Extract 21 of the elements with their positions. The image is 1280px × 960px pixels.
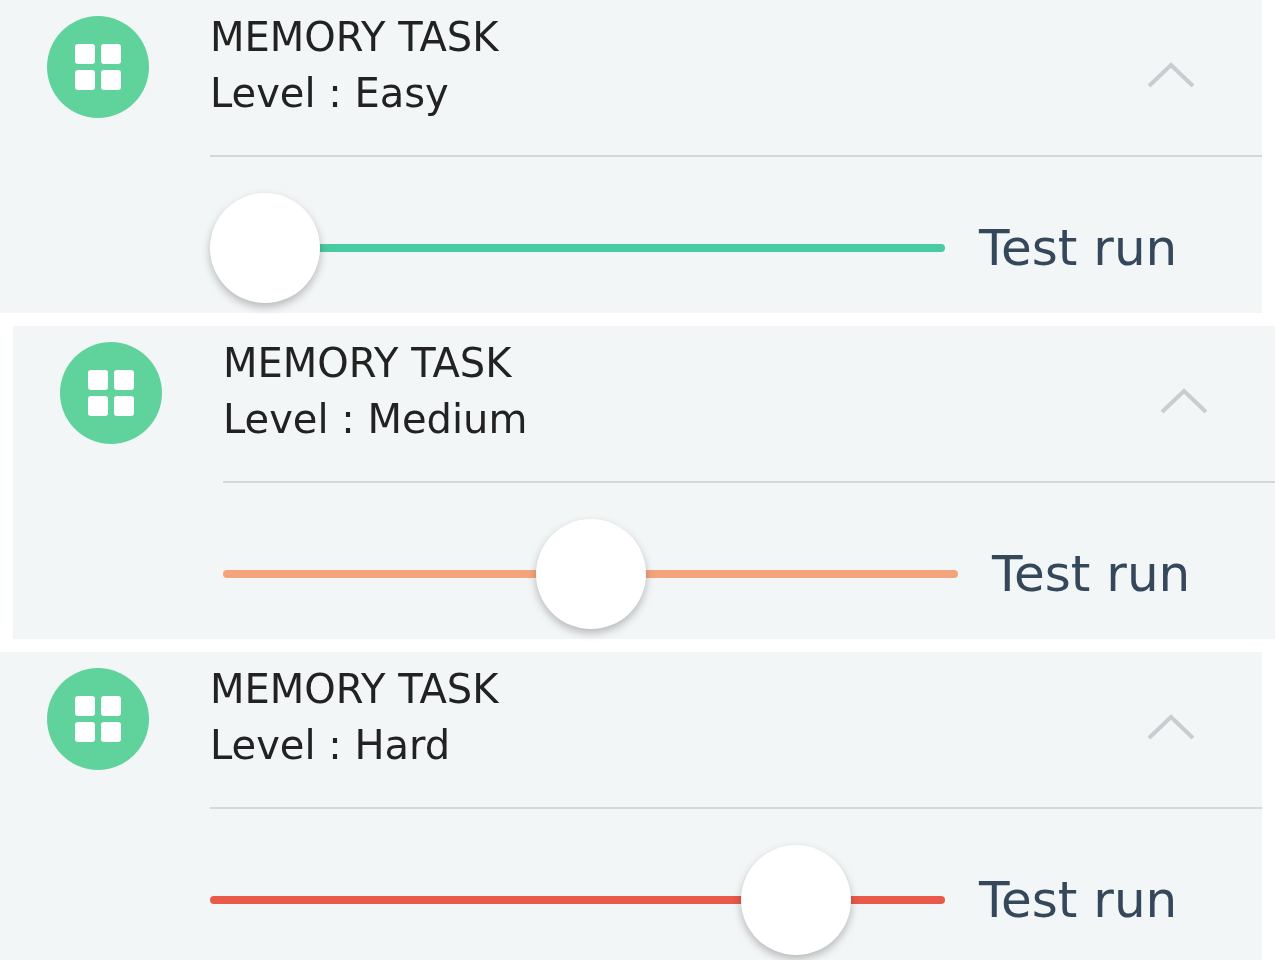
task-title: MEMORY TASK: [223, 339, 513, 388]
task-title: MEMORY TASK: [210, 13, 499, 62]
chevron-up-icon[interactable]: [1146, 61, 1196, 89]
slider-thumb[interactable]: [210, 193, 320, 303]
level-label: Level : Easy: [210, 69, 450, 118]
level-slider[interactable]: [210, 193, 945, 303]
level-slider[interactable]: [223, 519, 958, 629]
grid-icon: [47, 668, 149, 770]
task-title: MEMORY TASK: [210, 665, 499, 714]
test-run-button[interactable]: Test run: [979, 210, 1178, 286]
chevron-up-icon[interactable]: [1159, 387, 1209, 415]
level-label: Level : Hard: [210, 721, 452, 770]
grid-icon: [60, 342, 162, 444]
level-label: Level : Medium: [223, 395, 528, 444]
slider-thumb[interactable]: [535, 519, 646, 629]
test-run-button[interactable]: Test run: [992, 536, 1191, 612]
level-slider[interactable]: [210, 845, 945, 955]
grid-icon: [47, 16, 149, 118]
chevron-up-icon[interactable]: [1146, 713, 1196, 741]
test-run-button[interactable]: Test run: [979, 862, 1178, 938]
slider-thumb[interactable]: [741, 845, 852, 955]
